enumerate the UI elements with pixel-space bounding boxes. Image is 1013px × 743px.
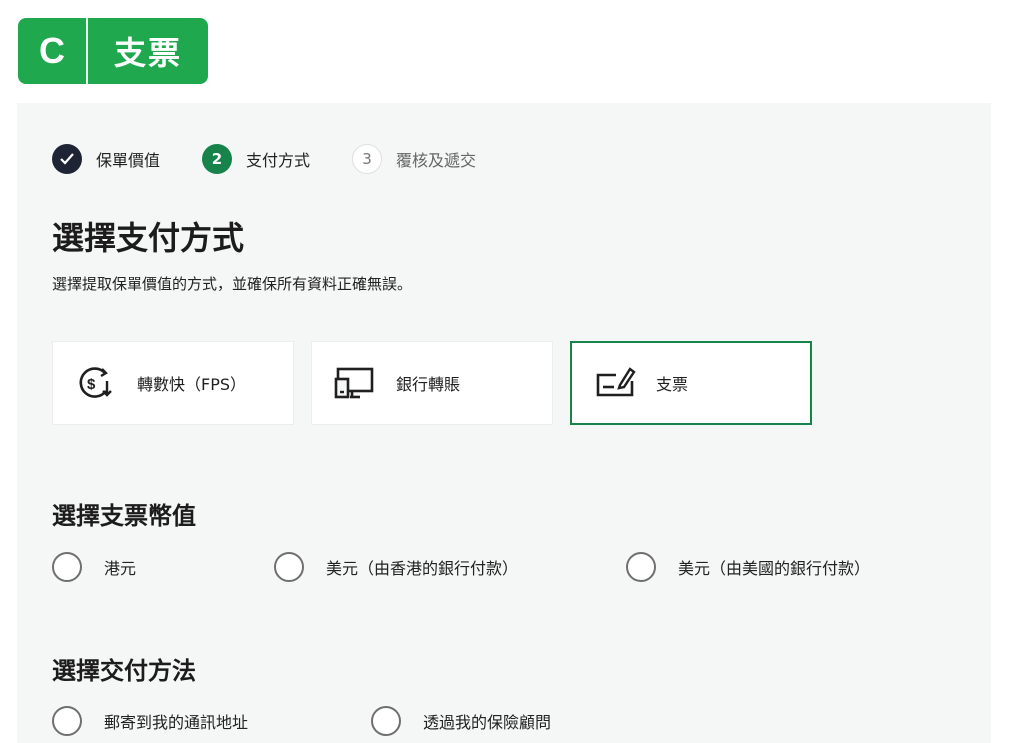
radio-button[interactable] xyxy=(274,552,304,582)
radio-label: 郵寄到我的通訊地址 xyxy=(104,713,249,732)
radio-label: 美元（由美國的銀行付款） xyxy=(678,559,871,578)
badge-letter: C xyxy=(39,30,65,71)
step-payment-method[interactable]: 2 支付方式 xyxy=(202,144,310,174)
step-number: 3 xyxy=(352,144,383,174)
cheque-icon xyxy=(594,365,636,401)
payment-option-label: 銀行轉賬 xyxy=(396,375,461,394)
delivery-option-mail[interactable]: 郵寄到我的通訊地址 xyxy=(52,706,371,736)
page-subtitle: 選擇提取保單價值的方式，並確保所有資料正確無誤。 xyxy=(52,275,413,293)
svg-text:$: $ xyxy=(87,376,96,393)
bank-transfer-icon xyxy=(334,365,376,401)
radio-button[interactable] xyxy=(52,552,82,582)
step-label: 支付方式 xyxy=(246,151,311,170)
badge-title: 支票 xyxy=(113,34,182,72)
currency-option-hkd[interactable]: 港元 xyxy=(52,552,274,582)
currency-options: 港元 美元（由香港的銀行付款） 美元（由美國的銀行付款） xyxy=(52,552,870,582)
payment-method-options: $ 轉數快（FPS） 銀行轉賬 支票 xyxy=(52,341,829,425)
fps-dollar-icon: $ xyxy=(75,365,117,401)
payment-option-label: 轉數快（FPS） xyxy=(137,375,247,394)
radio-label: 港元 xyxy=(104,559,137,578)
radio-button[interactable] xyxy=(371,706,401,736)
delivery-option-advisor[interactable]: 透過我的保險顧問 xyxy=(371,706,551,736)
payment-panel: 保單價值 2 支付方式 3 覆核及遞交 選擇支付方式 選擇提取保單價值的方式，並… xyxy=(17,103,991,743)
step-label: 保單價值 xyxy=(96,151,161,170)
radio-button[interactable] xyxy=(626,552,656,582)
badge-divider xyxy=(86,18,88,84)
section-badge: C 支票 xyxy=(18,18,208,84)
delivery-options: 郵寄到我的通訊地址 透過我的保險顧問 xyxy=(52,706,551,736)
payment-option-label: 支票 xyxy=(656,375,689,394)
currency-section-title: 選擇支票幣值 xyxy=(52,502,196,530)
payment-option-cheque[interactable]: 支票 xyxy=(570,341,812,425)
progress-stepper: 保單價值 2 支付方式 3 覆核及遞交 xyxy=(52,144,518,174)
radio-button[interactable] xyxy=(52,706,82,736)
payment-option-bank-transfer[interactable]: 銀行轉賬 xyxy=(311,341,553,425)
page-title: 選擇支付方式 xyxy=(52,219,245,257)
currency-option-usd-hk-bank[interactable]: 美元（由香港的銀行付款） xyxy=(274,552,626,582)
step-policy-value[interactable]: 保單價值 xyxy=(52,144,160,174)
checkmark-icon xyxy=(52,144,82,174)
payment-option-fps[interactable]: $ 轉數快（FPS） xyxy=(52,341,294,425)
radio-label: 美元（由香港的銀行付款） xyxy=(326,559,519,578)
currency-option-usd-us-bank[interactable]: 美元（由美國的銀行付款） xyxy=(626,552,870,582)
step-number: 2 xyxy=(202,144,233,174)
radio-label: 透過我的保險顧問 xyxy=(423,713,552,732)
step-label: 覆核及遞交 xyxy=(396,151,477,170)
delivery-section-title: 選擇交付方法 xyxy=(52,657,196,685)
step-review-submit[interactable]: 3 覆核及遞交 xyxy=(352,144,476,174)
